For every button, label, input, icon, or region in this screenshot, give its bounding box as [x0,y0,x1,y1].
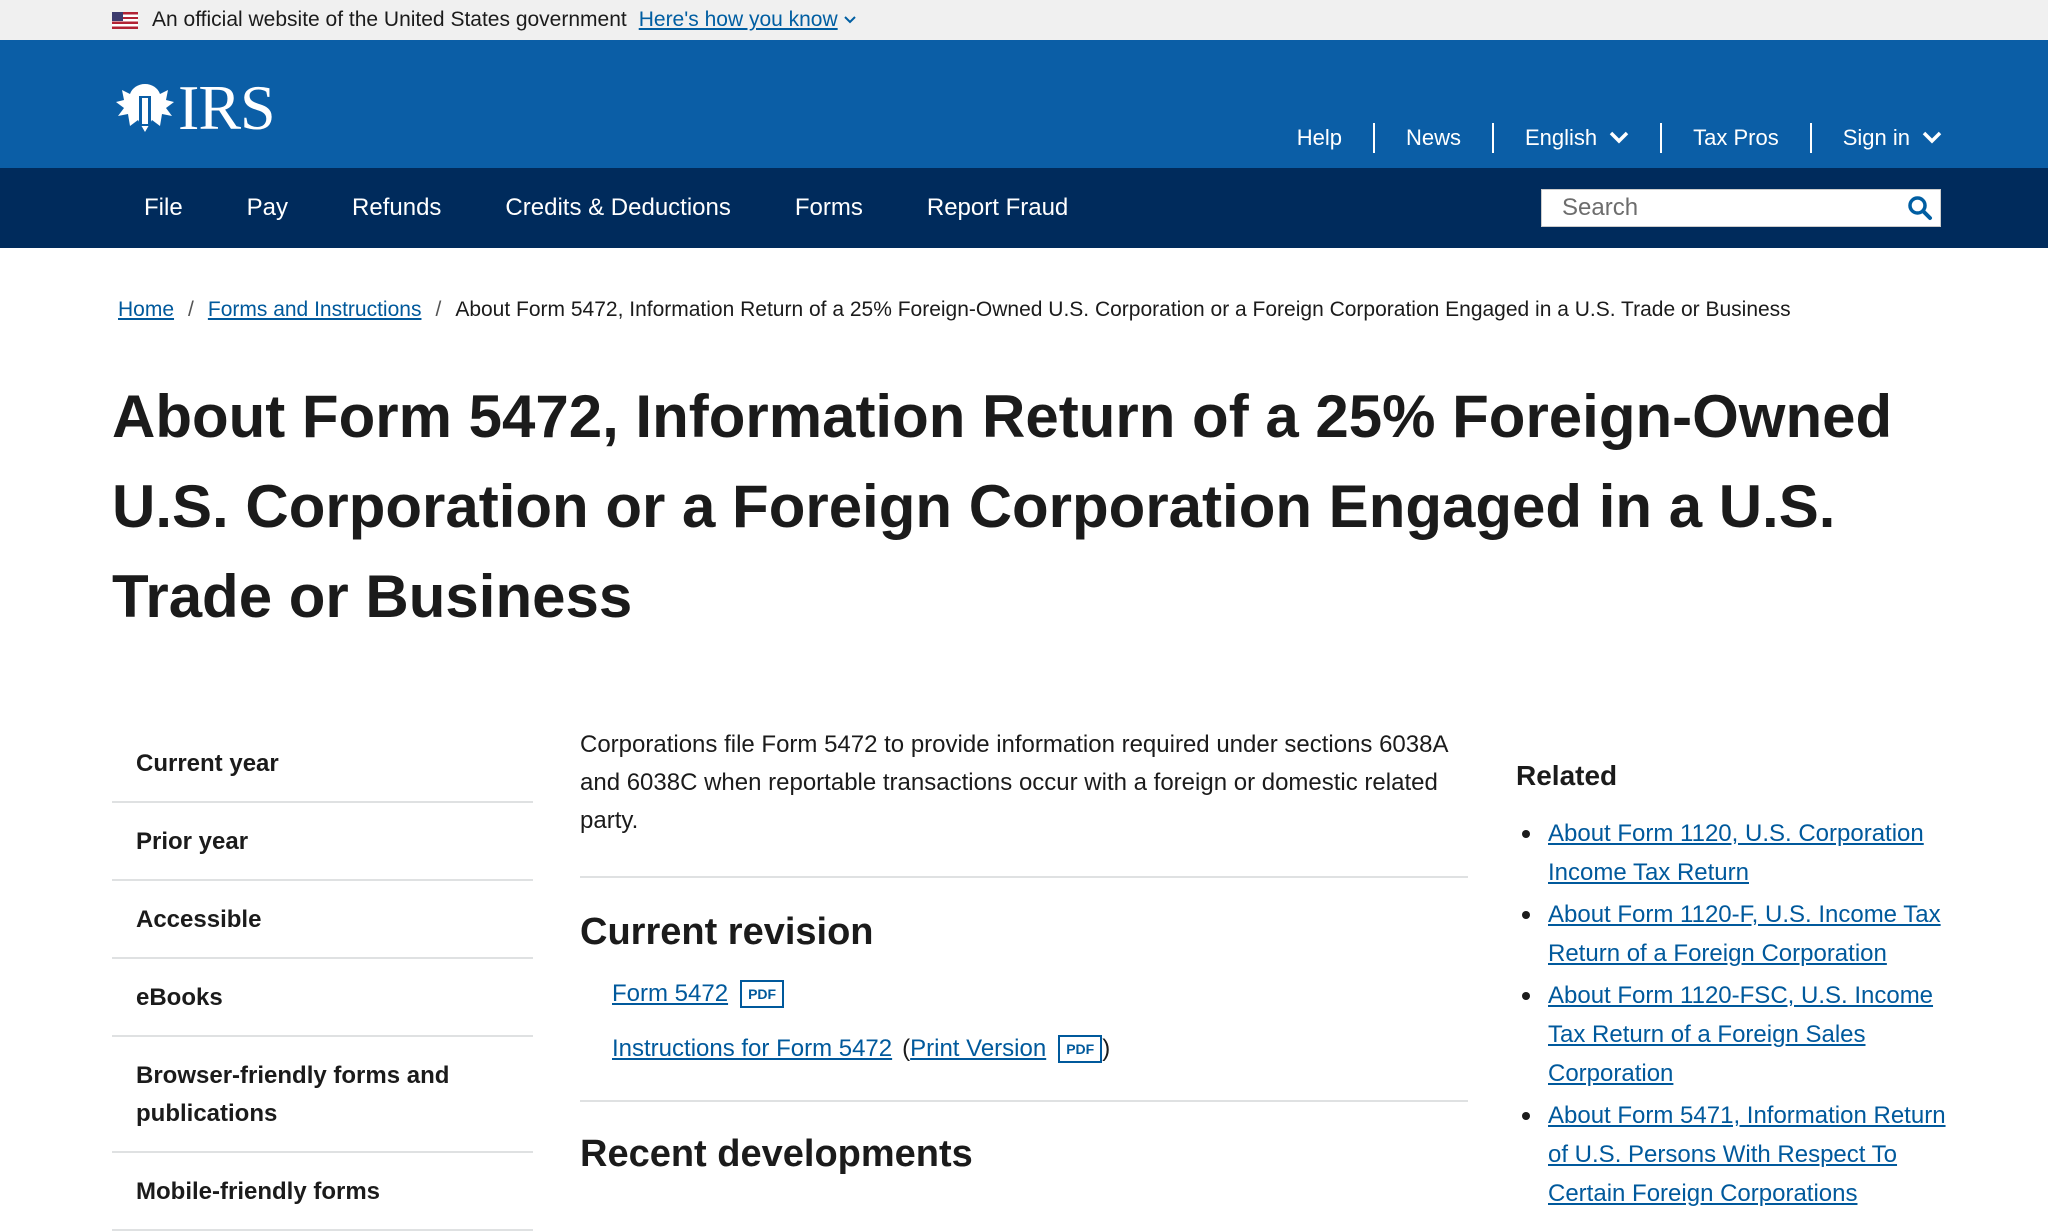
heres-how-you-know-link[interactable]: Here's how you know [639,8,856,32]
irs-eagle-icon [116,84,174,132]
breadcrumb-separator: / [435,298,442,321]
heres-how-you-know-label: Here's how you know [638,8,838,31]
util-tax-pros-label: Tax Pros [1693,125,1779,150]
related-link-5471[interactable]: About Form 5471, Information Return of U… [1548,1102,1946,1207]
breadcrumb-forms[interactable]: Forms and Instructions [208,298,422,322]
list-item: About Form 5471, Information Return of U… [1516,1096,1946,1213]
nav-file[interactable]: File [112,168,215,248]
intro-paragraph: Corporations file Form 5472 to provide i… [580,726,1468,878]
related-link-1120[interactable]: About Form 1120, U.S. Corporation Income… [1548,820,1924,886]
pdf-badge[interactable]: PDF [1058,1034,1103,1063]
nav-credits-deductions[interactable]: Credits & Deductions [473,168,762,248]
util-news-label: News [1405,125,1461,150]
chevron-down-icon [1609,131,1629,144]
utility-nav: Help News English Tax Pros Sign in [1266,123,1942,153]
list-item: Instructions for Form 5472 ( Print Versi… [612,1021,1468,1076]
open-paren: ( [902,1034,911,1062]
sign-in-label: Sign in [1842,125,1910,150]
chevron-down-icon [1922,131,1942,144]
list-item: About Form 1120-F, U.S. Income Tax Retur… [1516,895,1946,973]
related-sidebar: Related About Form 1120, U.S. Corporatio… [1516,760,1946,1216]
related-link-1120fsc[interactable]: About Form 1120-FSC, U.S. Income Tax Ret… [1548,982,1933,1087]
related-list: About Form 1120, U.S. Corporation Income… [1516,814,1946,1213]
divider [580,1100,1468,1102]
nav-refunds[interactable]: Refunds [320,168,473,248]
sidebar: Current year Prior year Accessible eBook… [112,725,533,1231]
util-help-label: Help [1296,125,1342,150]
gov-banner-text: An official website of the United States… [152,8,627,31]
util-news-link[interactable]: News [1372,123,1492,153]
list-item: Form 5472 PDF [612,966,1468,1021]
language-dropdown[interactable]: English [1491,123,1660,153]
page-title: About Form 5472, Information Return of a… [112,383,1893,630]
search-box [1541,189,1941,227]
print-version-link[interactable]: Print Version [910,1035,1046,1063]
form-5472-link[interactable]: Form 5472 [612,980,728,1008]
gov-banner: An official website of the United States… [0,0,2048,40]
sidebar-item-current-year[interactable]: Current year [112,725,533,803]
breadcrumb: Home / Forms and Instructions / About Fo… [118,298,1791,322]
recent-developments-heading: Recent developments [580,1133,973,1175]
main-nav: File Pay Refunds Credits & Deductions Fo… [0,168,2048,248]
breadcrumb-current: About Form 5472, Information Return of a… [455,298,1791,321]
util-help-link[interactable]: Help [1266,123,1373,153]
search-input[interactable] [1542,194,1900,222]
nav-forms[interactable]: Forms [763,168,895,248]
current-revision-heading: Current revision [580,911,874,953]
close-paren: ) [1102,1034,1111,1062]
list-item: About Form 1120, U.S. Corporation Income… [1516,814,1946,892]
breadcrumb-home[interactable]: Home [118,298,174,322]
nav-report-fraud[interactable]: Report Fraud [895,168,1100,248]
related-link-1120f[interactable]: About Form 1120-F, U.S. Income Tax Retur… [1548,901,1941,967]
sidebar-item-accessible[interactable]: Accessible [112,881,533,959]
sidebar-item-browser-friendly[interactable]: Browser-friendly forms and publications [112,1037,533,1153]
irs-logo[interactable]: IRS [114,72,276,143]
pdf-badge[interactable]: PDF [740,979,785,1008]
us-flag-icon [112,11,138,29]
sidebar-item-mobile-friendly[interactable]: Mobile-friendly forms [112,1153,533,1231]
instructions-link[interactable]: Instructions for Form 5472 [612,1035,892,1063]
sidebar-item-ebooks[interactable]: eBooks [112,959,533,1037]
main-content: Corporations file Form 5472 to provide i… [580,726,1468,1178]
site-header: IRS Help News English Tax Pros Sign in [0,40,2048,168]
search-icon[interactable] [1900,190,1940,226]
nav-pay[interactable]: Pay [215,168,320,248]
breadcrumb-separator: / [188,298,194,321]
irs-logo-text: IRS [178,72,276,143]
related-heading: Related [1516,760,1618,791]
sidebar-item-prior-year[interactable]: Prior year [112,803,533,881]
sign-in-dropdown[interactable]: Sign in [1809,123,1942,153]
revision-list: Form 5472 PDF Instructions for Form 5472… [580,966,1468,1076]
util-tax-pros-link[interactable]: Tax Pros [1660,123,1810,153]
list-item: About Form 1120-FSC, U.S. Income Tax Ret… [1516,976,1946,1093]
chevron-down-icon [843,16,856,24]
language-label: English [1524,125,1598,150]
